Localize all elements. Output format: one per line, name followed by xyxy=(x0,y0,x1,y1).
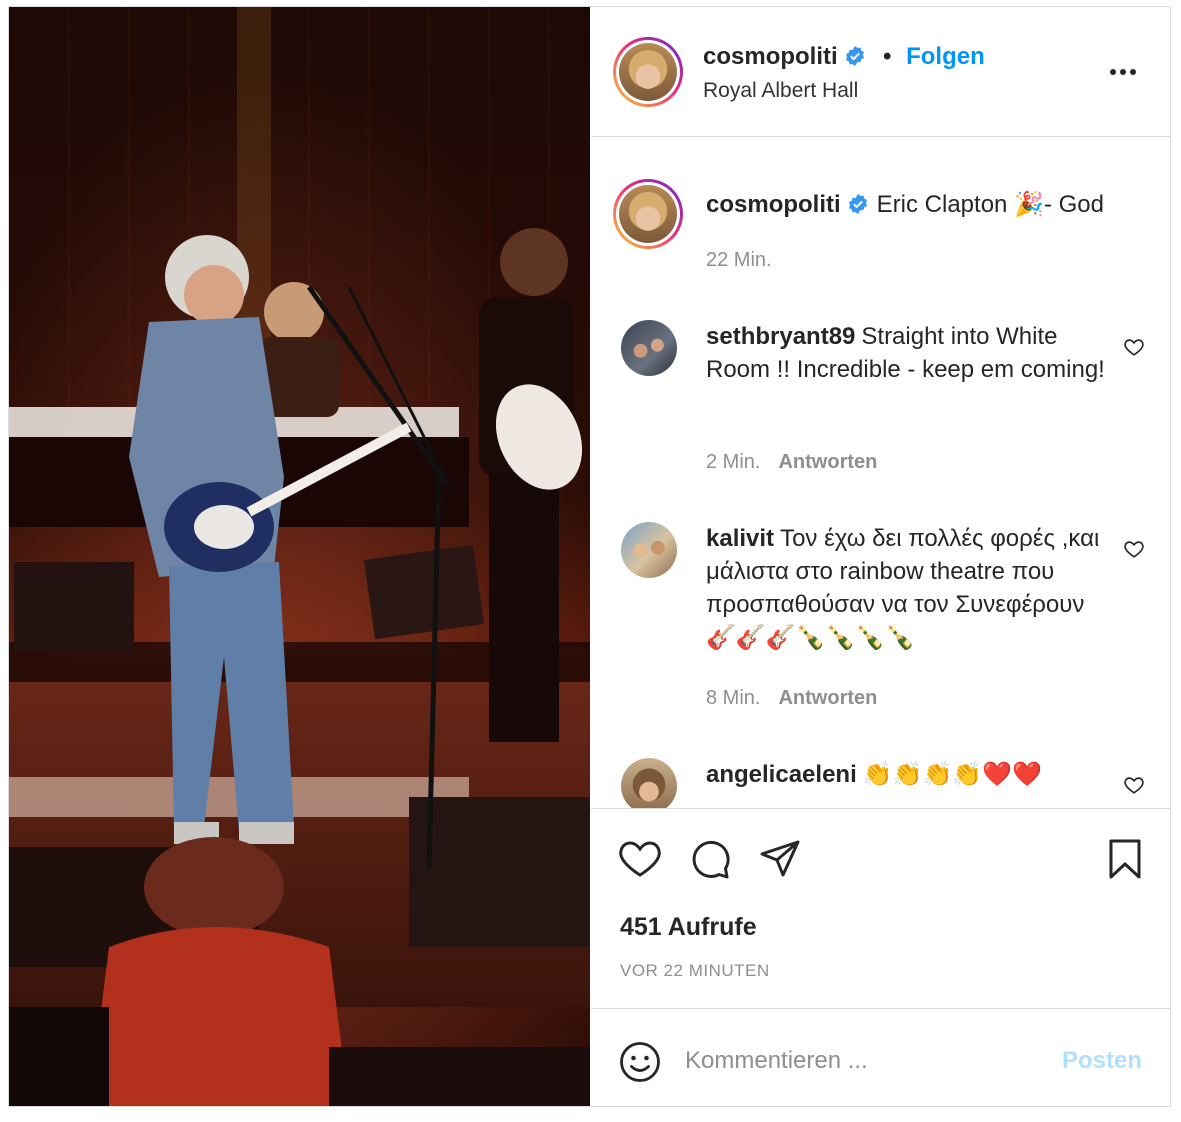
concert-video-still xyxy=(9,7,590,1106)
heart-icon[interactable] xyxy=(618,837,662,881)
comment-input[interactable] xyxy=(685,1043,1025,1079)
comment-username[interactable]: kalivit xyxy=(706,525,774,552)
comment-username[interactable]: sethbryant89 xyxy=(706,323,855,350)
bookmark-icon[interactable] xyxy=(1103,837,1147,881)
instagram-post: cosmopoliti • Folgen Royal Albert Hall c… xyxy=(8,6,1171,1107)
post-media[interactable] xyxy=(9,7,590,1106)
emoji-icon[interactable] xyxy=(619,1041,661,1083)
comment: kalivit Τον έχω δει πολλές φορές ,και μάλ… xyxy=(706,522,1106,654)
comment-username[interactable]: angelicaeleni xyxy=(706,761,857,788)
comment-like-heart-icon[interactable] xyxy=(1123,774,1145,796)
caption-username[interactable]: cosmopoliti xyxy=(706,191,841,218)
verified-badge-icon xyxy=(848,193,867,215)
comment-time[interactable]: 8 Min. xyxy=(706,687,760,709)
author-avatar[interactable] xyxy=(613,37,683,107)
comment-meta: 8 Min. Antworten xyxy=(706,687,877,710)
comment-icon[interactable] xyxy=(688,837,732,881)
post-comment-button[interactable]: Posten xyxy=(1062,1047,1142,1075)
verified-badge-icon xyxy=(846,45,865,67)
caption: cosmopoliti Eric Clapton 🎉- God xyxy=(706,188,1146,221)
post-location[interactable]: Royal Albert Hall xyxy=(703,79,858,103)
post-actions: 451 Aufrufe VOR 22 MINUTEN xyxy=(591,808,1170,1008)
post-header: cosmopoliti • Folgen Royal Albert Hall xyxy=(591,7,1170,137)
post-side-panel: cosmopoliti • Folgen Royal Albert Hall c… xyxy=(591,7,1170,1106)
post-timestamp[interactable]: VOR 22 MINUTEN xyxy=(620,961,770,981)
caption-text: Eric Clapton 🎉- God xyxy=(876,191,1104,218)
commenter-avatar[interactable] xyxy=(621,320,677,376)
view-count[interactable]: 451 Aufrufe xyxy=(620,913,757,942)
comment-meta: 2 Min. Antworten xyxy=(706,451,877,474)
caption-timestamp[interactable]: 22 Min. xyxy=(706,249,772,271)
comment-time[interactable]: 2 Min. xyxy=(706,451,760,473)
follow-button[interactable]: Folgen xyxy=(906,43,985,70)
separator-dot: • xyxy=(883,43,892,70)
reply-button[interactable]: Antworten xyxy=(778,451,877,473)
comment-like-heart-icon[interactable] xyxy=(1123,336,1145,358)
more-horizontal-icon[interactable] xyxy=(1103,57,1143,87)
comment-text: 👏👏👏👏❤️❤️ xyxy=(862,761,1043,788)
reply-button[interactable]: Antworten xyxy=(778,687,877,709)
comment-composer: Posten xyxy=(591,1008,1170,1106)
commenter-avatar[interactable] xyxy=(621,758,677,808)
share-icon[interactable] xyxy=(758,837,802,881)
comment: angelicaeleni 👏👏👏👏❤️❤️ xyxy=(706,758,1106,791)
commenter-avatar[interactable] xyxy=(621,522,677,578)
author-username[interactable]: cosmopoliti xyxy=(703,43,838,70)
comment: sethbryant89 Straight into White Room !! … xyxy=(706,320,1106,386)
caption-time: 22 Min. xyxy=(706,249,772,272)
comment-like-heart-icon[interactable] xyxy=(1123,538,1145,560)
comments-list[interactable]: cosmopoliti Eric Clapton 🎉- God 22 Min. … xyxy=(591,138,1170,808)
author-line: cosmopoliti • Folgen xyxy=(703,43,985,71)
caption-author-avatar[interactable] xyxy=(613,179,683,249)
